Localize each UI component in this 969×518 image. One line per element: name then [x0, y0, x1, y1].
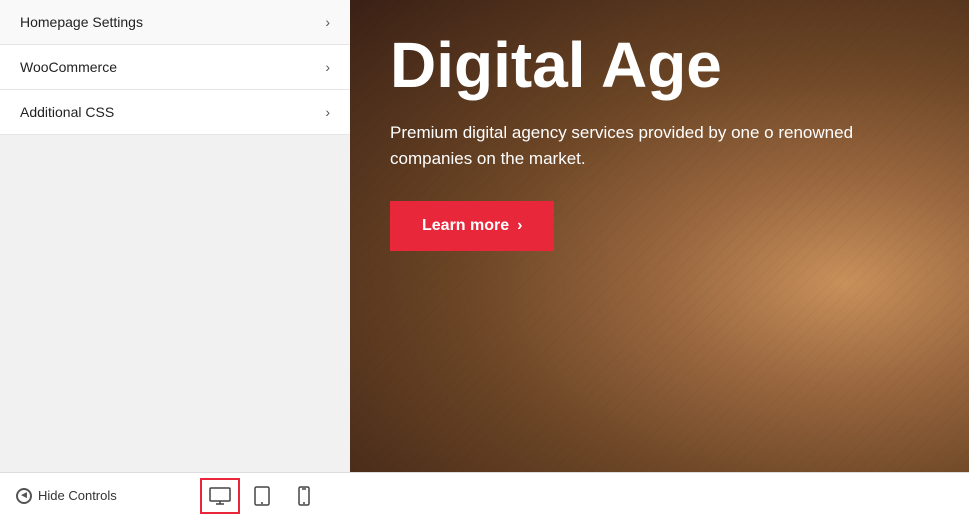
hero-title: Digital Age [390, 30, 929, 100]
sidebar: Homepage Settings › WooCommerce › Additi… [0, 0, 350, 472]
device-controls [200, 478, 324, 514]
sidebar-item-label: Homepage Settings [20, 14, 143, 30]
main-area: Homepage Settings › WooCommerce › Additi… [0, 0, 969, 472]
sidebar-item-label: Additional CSS [20, 104, 114, 120]
hero-content: Digital Age Premium digital agency servi… [350, 0, 969, 281]
hide-controls-button[interactable]: ◄ Hide Controls [16, 488, 117, 504]
learn-more-button[interactable]: Learn more › [390, 201, 554, 251]
tablet-icon [254, 486, 270, 506]
sidebar-item-homepage-settings[interactable]: Homepage Settings › [0, 0, 350, 45]
desktop-view-button[interactable] [200, 478, 240, 514]
hide-controls-label: Hide Controls [38, 488, 117, 503]
learn-more-label: Learn more [422, 217, 509, 235]
hide-controls-icon: ◄ [16, 488, 32, 504]
chevron-right-icon: › [325, 14, 330, 30]
mobile-icon [298, 486, 310, 506]
sidebar-spacer [0, 135, 350, 472]
chevron-right-icon: › [325, 59, 330, 75]
hero-subtitle: Premium digital agency services provided… [390, 120, 910, 171]
chevron-right-icon: › [325, 104, 330, 120]
hero-section: Digital Age Premium digital agency servi… [350, 0, 969, 472]
sidebar-item-additional-css[interactable]: Additional CSS › [0, 90, 350, 135]
button-chevron-icon: › [517, 217, 522, 235]
mobile-view-button[interactable] [284, 478, 324, 514]
bottom-bar: ◄ Hide Controls [0, 472, 969, 518]
desktop-icon [209, 487, 231, 505]
tablet-view-button[interactable] [242, 478, 282, 514]
sidebar-item-woocommerce[interactable]: WooCommerce › [0, 45, 350, 90]
sidebar-item-label: WooCommerce [20, 59, 117, 75]
